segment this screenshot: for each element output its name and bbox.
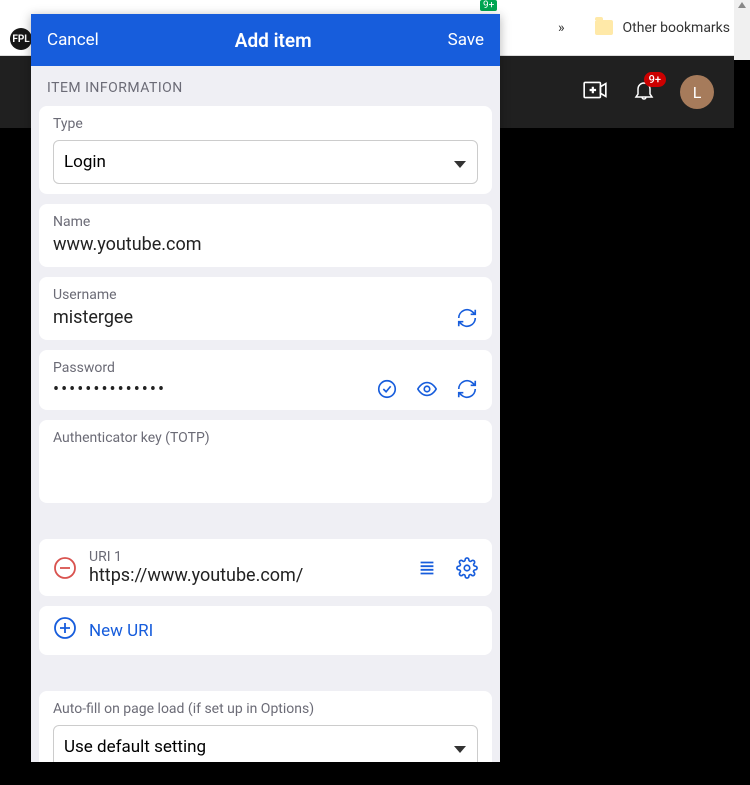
remove-uri-button[interactable] — [53, 556, 77, 580]
new-uri-button[interactable]: New URI — [39, 606, 492, 655]
refresh-icon — [456, 378, 478, 400]
cancel-button[interactable]: Cancel — [47, 30, 99, 50]
more-bookmarks-chevron[interactable]: » — [558, 20, 565, 36]
other-bookmarks-link[interactable]: Other bookmarks — [623, 20, 730, 36]
autofill-label: Auto-fill on page load (if set up in Opt… — [53, 701, 478, 717]
new-uri-label: New URI — [89, 621, 153, 641]
name-card: Name — [39, 204, 492, 267]
totp-field[interactable] — [53, 448, 478, 473]
gear-icon — [456, 557, 478, 579]
password-label: Password — [53, 360, 478, 376]
autofill-card: Auto-fill on page load (if set up in Opt… — [39, 691, 492, 762]
notification-badge: 9+ — [644, 72, 666, 87]
list-icon — [416, 557, 438, 579]
avatar[interactable]: L — [680, 75, 714, 109]
minus-circle-icon — [53, 556, 77, 580]
plus-circle-icon — [53, 616, 77, 645]
generate-password-button[interactable] — [456, 378, 478, 400]
password-card: Password •••••••••••••• — [39, 350, 492, 410]
totp-label: Authenticator key (TOTP) — [53, 430, 478, 446]
generate-username-button[interactable] — [456, 307, 478, 329]
name-field[interactable] — [53, 232, 478, 257]
create-video-icon[interactable] — [582, 77, 608, 107]
autofill-select[interactable]: Use default setting — [53, 725, 478, 762]
section-header: ITEM INFORMATION — [31, 66, 500, 106]
vertical-scrollbar[interactable] — [734, 0, 750, 60]
notifications-button[interactable]: 9+ — [632, 78, 656, 106]
bell-icon — [632, 87, 656, 106]
uri-options-button[interactable] — [456, 557, 478, 579]
toggle-password-button[interactable] — [416, 378, 438, 400]
password-field[interactable]: •••••••••••••• — [53, 379, 376, 400]
uri-card: URI 1 https://www.youtube.com/ — [39, 539, 492, 596]
uri-field[interactable]: https://www.youtube.com/ — [89, 565, 416, 586]
check-password-button[interactable] — [376, 378, 398, 400]
bookmarks-folder-icon[interactable] — [595, 20, 613, 35]
type-label: Type — [53, 116, 478, 132]
save-button[interactable]: Save — [448, 30, 484, 50]
popup-title: Add item — [235, 29, 312, 52]
username-label: Username — [53, 287, 478, 303]
name-label: Name — [53, 214, 478, 230]
popup-header: Cancel Add item Save — [31, 14, 500, 66]
extension-count-badge: 9+ — [480, 0, 497, 11]
type-select[interactable]: Login — [53, 140, 478, 184]
refresh-icon — [456, 307, 478, 329]
username-card: Username — [39, 277, 492, 340]
site-badge: FPL — [10, 28, 32, 50]
uri-match-button[interactable] — [416, 557, 438, 579]
type-card: Type Login — [39, 106, 492, 194]
check-circle-icon — [376, 378, 398, 400]
uri-label: URI 1 — [89, 549, 416, 565]
extension-popup: Cancel Add item Save ITEM INFORMATION Ty… — [31, 14, 500, 762]
username-field[interactable] — [53, 305, 456, 330]
eye-icon — [416, 378, 438, 400]
totp-card: Authenticator key (TOTP) — [39, 420, 492, 503]
